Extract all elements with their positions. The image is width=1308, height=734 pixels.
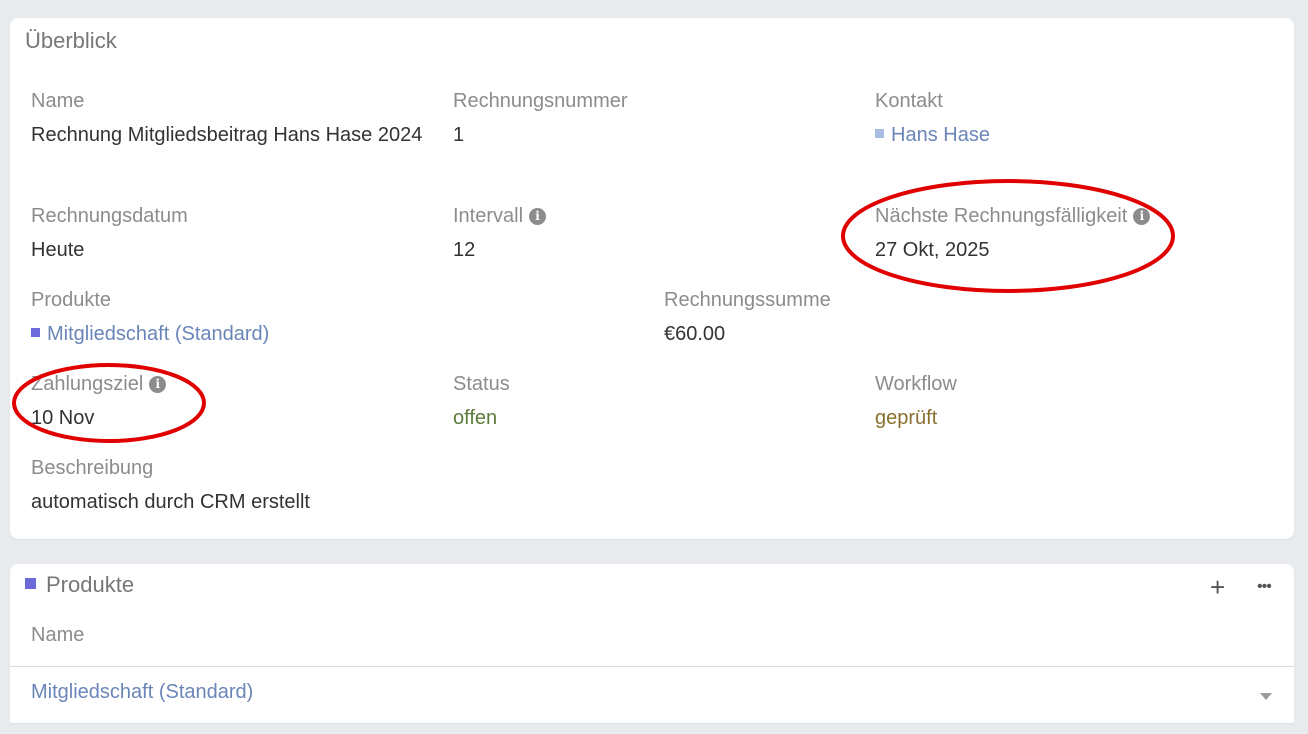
field-payment-term: Zahlungsziel i 10 Nov bbox=[31, 369, 167, 434]
products-title: Produkte bbox=[46, 572, 135, 597]
product-square-icon bbox=[25, 578, 36, 589]
field-products: Produkte Mitgliedschaft (Standard) bbox=[31, 285, 269, 350]
invoice-date-label: Rechnungsdatum bbox=[31, 205, 188, 227]
invoice-number-value: 1 bbox=[453, 124, 465, 146]
products-label: Produkte bbox=[31, 289, 112, 311]
contact-value[interactable]: Hans Hase bbox=[891, 124, 990, 146]
products-header: Produkte bbox=[25, 572, 134, 598]
products-panel: Produkte + ••• Name Mitgliedschaft (Stan… bbox=[10, 564, 1294, 723]
product-link[interactable]: Mitgliedschaft (Standard) bbox=[31, 318, 269, 350]
payment-term-label: Zahlungsziel bbox=[31, 373, 144, 395]
description-value: automatisch durch CRM erstellt bbox=[31, 491, 310, 513]
status-value: offen bbox=[453, 407, 498, 429]
payment-term-value: 10 Nov bbox=[31, 407, 95, 429]
column-header-name: Name bbox=[31, 624, 85, 646]
field-description: Beschreibung automatisch durch CRM erste… bbox=[31, 453, 310, 518]
more-options-button[interactable]: ••• bbox=[1257, 578, 1272, 596]
next-due-value: 27 Okt, 2025 bbox=[875, 239, 990, 261]
field-workflow: Workflow geprüft bbox=[875, 369, 957, 434]
status-label: Status bbox=[453, 373, 510, 395]
overview-panel: Überblick Name Rechnung Mitgliedsbeitrag… bbox=[10, 18, 1294, 539]
overview-title: Überblick bbox=[25, 28, 117, 53]
invoice-number-label: Rechnungsnummer bbox=[453, 90, 628, 112]
add-button[interactable]: + bbox=[1210, 572, 1225, 603]
field-invoice-date: Rechnungsdatum Heute bbox=[31, 201, 188, 266]
product-square-icon bbox=[31, 328, 40, 337]
name-value: Rechnung Mitgliedsbeitrag Hans Hase 2024 bbox=[31, 124, 423, 146]
contact-label: Kontakt bbox=[875, 90, 943, 112]
field-contact: Kontakt Hans Hase bbox=[875, 86, 990, 151]
contact-square-icon bbox=[875, 129, 884, 138]
info-icon[interactable]: i bbox=[529, 208, 547, 225]
description-label: Beschreibung bbox=[31, 457, 154, 479]
info-icon[interactable]: i bbox=[1133, 208, 1151, 225]
chevron-down-icon[interactable] bbox=[1260, 693, 1272, 700]
name-label: Name bbox=[31, 90, 85, 112]
total-value: €60.00 bbox=[664, 323, 726, 345]
field-next-due: Nächste Rechnungsfälligkeit i 27 Okt, 202… bbox=[875, 201, 1151, 266]
divider bbox=[10, 666, 1294, 667]
invoice-date-value: Heute bbox=[31, 239, 85, 261]
field-invoice-number: Rechnungsnummer 1 bbox=[453, 86, 628, 151]
field-interval: Intervall i 12 bbox=[453, 201, 547, 266]
next-due-label: Nächste Rechnungsfälligkeit bbox=[875, 205, 1128, 227]
workflow-label: Workflow bbox=[875, 373, 957, 395]
contact-link[interactable]: Hans Hase bbox=[875, 119, 990, 151]
products-value[interactable]: Mitgliedschaft (Standard) bbox=[47, 323, 269, 345]
table-row[interactable]: Mitgliedschaft (Standard) bbox=[31, 681, 253, 704]
info-icon[interactable]: i bbox=[149, 376, 167, 393]
interval-label: Intervall bbox=[453, 205, 524, 227]
workflow-value: geprüft bbox=[875, 407, 938, 429]
interval-value: 12 bbox=[453, 239, 476, 261]
field-status: Status offen bbox=[453, 369, 510, 434]
field-name: Name Rechnung Mitgliedsbeitrag Hans Hase… bbox=[31, 86, 431, 151]
field-total: Rechnungssumme €60.00 bbox=[664, 285, 831, 350]
total-label: Rechnungssumme bbox=[664, 289, 831, 311]
